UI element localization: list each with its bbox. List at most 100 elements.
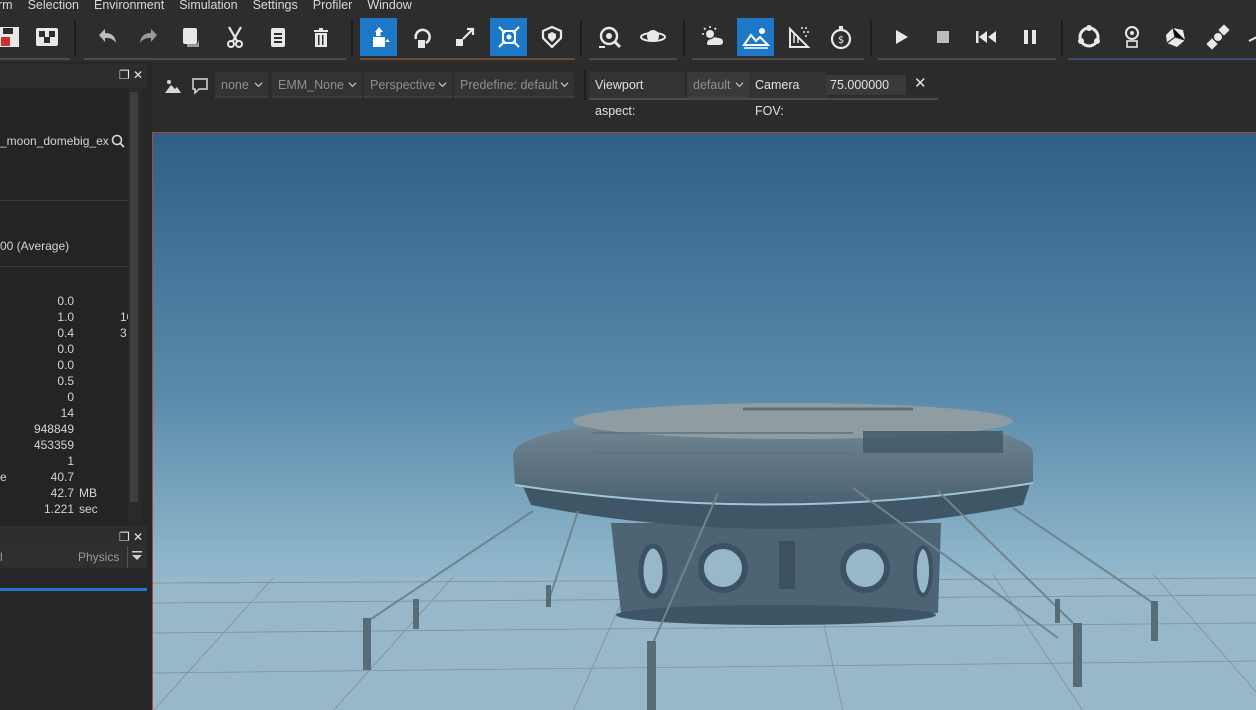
viewport-aspect-dropdown[interactable]: default [687, 72, 749, 98]
stat-unit: MB [79, 486, 97, 500]
weather-button[interactable] [694, 18, 731, 56]
orbit-button[interactable] [634, 18, 671, 56]
asteroid-button[interactable] [1156, 18, 1193, 56]
stat-row: 948849 [0, 422, 128, 438]
undo-button[interactable] [88, 18, 125, 56]
toolbar-separator [870, 20, 872, 56]
properties-scrollbar[interactable] [128, 88, 142, 522]
save-icon [0, 27, 19, 47]
satellite-button[interactable] [1199, 18, 1236, 56]
stat-value: 14 [60, 406, 74, 420]
terrain-button[interactable] [737, 18, 774, 56]
stop-button[interactable] [924, 18, 961, 56]
redo-button[interactable] [130, 18, 167, 56]
terrain-mode-icon[interactable] [164, 77, 182, 95]
robot-icon [1124, 26, 1139, 48]
cycle-icon [1077, 25, 1100, 48]
stat-value: 40.7 [50, 470, 74, 484]
restore-icon[interactable]: ❐ [119, 531, 130, 543]
stat-value: 0.5 [57, 374, 74, 388]
scroll-thumb[interactable] [130, 92, 138, 502]
properties-body: _moon_domebig_ex 00 (Average) 0.0 1.0 10 0.… [0, 88, 133, 522]
viewport-scene[interactable] [153, 133, 1256, 710]
stat-row: 1 [0, 454, 128, 470]
toolbar-separator [580, 20, 582, 56]
close-icon[interactable]: ✕ [133, 531, 143, 543]
menu-bar: rm Selection Environment Simulation Sett… [0, 0, 1256, 14]
timer-button[interactable]: $ [822, 18, 859, 56]
render-mode-value: none [221, 78, 249, 92]
main-toolbar: $ [0, 14, 1256, 62]
copy-button[interactable] [172, 18, 209, 56]
terrain-icon [741, 28, 770, 49]
3d-viewport[interactable] [152, 132, 1256, 710]
divider [0, 266, 128, 267]
tab-physics[interactable]: Physics [78, 550, 119, 564]
panel-header-top: ❐ ✕ [0, 64, 147, 88]
tab-partial[interactable]: l [0, 550, 3, 564]
camera-focus-button[interactable] [591, 18, 628, 56]
rewind-button[interactable] [967, 18, 1004, 56]
pause-button[interactable] [1011, 18, 1048, 56]
render-mode-dropdown[interactable]: none [215, 72, 268, 98]
restore-icon[interactable]: ❐ [119, 69, 130, 81]
menu-profiler[interactable]: Profiler [313, 0, 353, 11]
cut-icon [226, 26, 243, 48]
stat-row: 0.0 [0, 358, 128, 374]
move-button[interactable] [360, 18, 397, 56]
search-icon[interactable] [111, 134, 125, 148]
copy-icon [182, 28, 199, 47]
emm-value: EMM_None [278, 78, 344, 92]
menu-settings[interactable]: Settings [253, 0, 298, 11]
stat-value: 1 [67, 454, 74, 468]
projection-dropdown[interactable]: Perspective [364, 72, 452, 98]
world-space-button[interactable] [490, 18, 527, 56]
menu-selection[interactable]: Selection [28, 0, 79, 11]
menu-transform[interactable]: rm [0, 0, 13, 11]
object-name-field[interactable]: _moon_domebig_ex [0, 134, 109, 148]
stat-row: 0.4 3 [0, 326, 128, 342]
stat-value: 0.4 [57, 326, 74, 340]
projection-value: Perspective [370, 78, 436, 92]
chevron-down-icon [348, 82, 357, 88]
chevron-down-icon [438, 82, 447, 88]
orbit-icon [639, 30, 666, 42]
play-button[interactable] [882, 18, 919, 56]
divider [0, 200, 128, 201]
checker-icon [35, 28, 58, 46]
robot-button[interactable] [1113, 18, 1150, 56]
pause-icon [1023, 30, 1036, 44]
cycle-button[interactable] [1070, 18, 1107, 56]
predefine-dropdown[interactable]: Predefine: default [454, 72, 574, 98]
stat-value: 453359 [33, 438, 74, 452]
tab-menu-icon[interactable] [131, 550, 143, 562]
more-button[interactable] [1240, 18, 1256, 56]
emm-dropdown[interactable]: EMM_None [272, 72, 362, 98]
checker-button[interactable] [28, 18, 65, 56]
close-icon[interactable]: ✕ [133, 69, 143, 81]
stat-value: 0.0 [57, 358, 74, 372]
sun-shafts-button[interactable] [780, 18, 817, 56]
chevron-down-icon [735, 82, 744, 88]
predefine-value: Predefine: default [460, 78, 558, 92]
viewport-aspect-label: Viewport aspect: [589, 72, 685, 118]
scale-button[interactable] [446, 18, 483, 56]
snap-button[interactable] [533, 18, 570, 56]
stat-row: 0 [0, 390, 128, 406]
save-button[interactable] [0, 18, 27, 56]
rotate-button[interactable] [403, 18, 440, 56]
delete-icon [313, 28, 328, 47]
paste-button[interactable] [259, 18, 296, 56]
menu-environment[interactable]: Environment [94, 0, 164, 11]
camera-fov-input[interactable]: 75.000000 [826, 75, 906, 95]
cut-button[interactable] [216, 18, 253, 56]
rewind-icon [975, 31, 996, 43]
menu-simulation[interactable]: Simulation [179, 0, 237, 11]
average-label: 00 (Average) [0, 239, 70, 253]
paste-icon [270, 28, 285, 47]
close-icon[interactable]: ✕ [914, 76, 928, 92]
comment-icon[interactable] [191, 77, 209, 95]
stat-row: 0.0 [0, 294, 128, 310]
delete-button[interactable] [302, 18, 339, 56]
menu-window[interactable]: Window [367, 0, 411, 11]
